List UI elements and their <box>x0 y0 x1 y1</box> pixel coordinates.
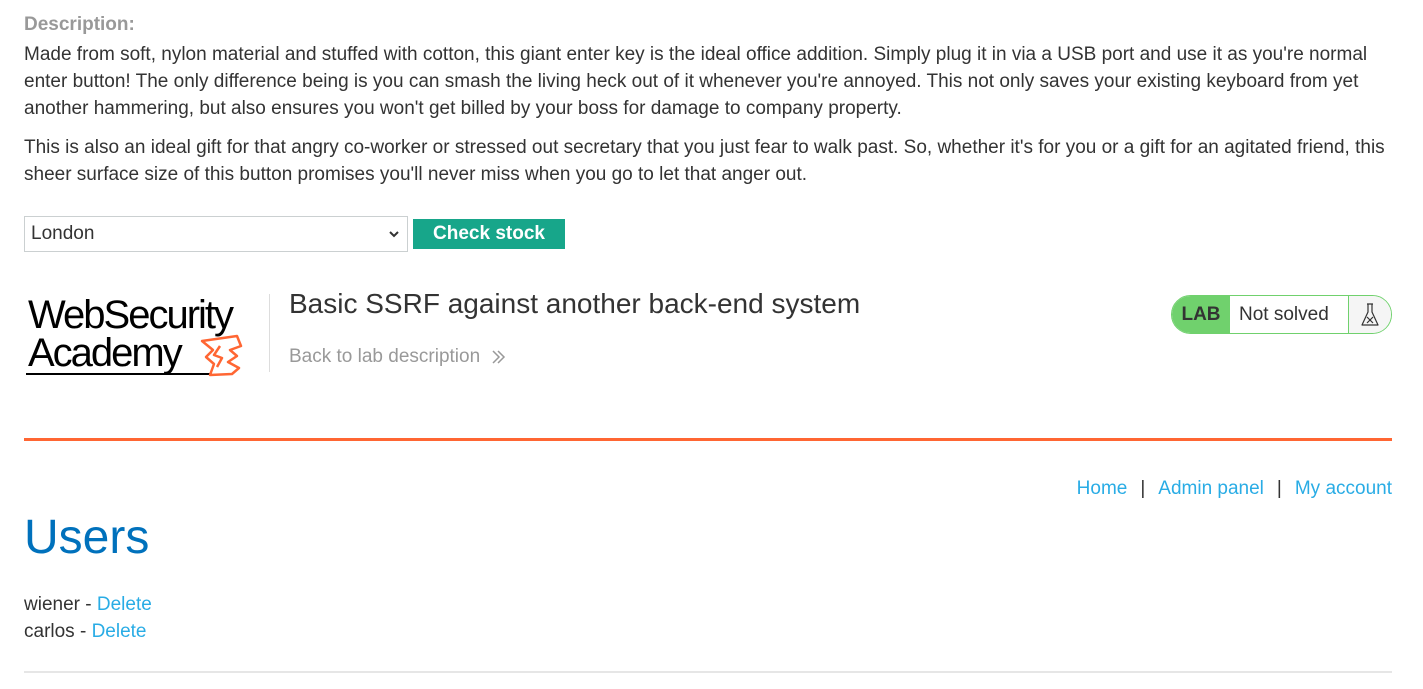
web-security-academy-logo[interactable]: WebSecurity Academy <box>24 292 269 382</box>
store-select[interactable]: London <box>24 216 408 252</box>
users-heading: Users <box>24 511 150 564</box>
svg-text:Academy: Academy <box>28 331 183 375</box>
user-row: carlos - Delete <box>24 618 152 645</box>
description-label: Description: <box>24 14 135 35</box>
nav-separator: | <box>1140 478 1146 499</box>
double-chevron-right-icon <box>492 350 506 364</box>
back-link-label: Back to lab description <box>289 346 481 367</box>
user-list: wiener - Delete carlos - Delete <box>24 591 152 645</box>
check-stock-button[interactable]: Check stock <box>413 219 565 249</box>
lab-flask-button[interactable] <box>1349 296 1391 333</box>
header-divider <box>24 438 1392 441</box>
back-to-lab-description-link[interactable]: Back to lab description <box>289 346 506 368</box>
store-select-value: London <box>31 223 95 244</box>
user-row: wiener - Delete <box>24 591 152 618</box>
lab-status-widget: LAB Not solved <box>1171 295 1392 334</box>
description-paragraph: Made from soft, nylon material and stuff… <box>24 44 1368 119</box>
page: Description: Made from soft, nylon mater… <box>0 0 1423 689</box>
nav-my-account-link[interactable]: My account <box>1295 478 1392 500</box>
chevron-down-icon <box>389 231 399 238</box>
nav-separator: | <box>1276 478 1282 499</box>
username: wiener <box>24 594 80 615</box>
description-paragraph: This is also an ideal gift for that angr… <box>24 137 1385 185</box>
top-navigation: Home | Admin panel | My account <box>1077 478 1392 500</box>
lab-title: Basic SSRF against another back-end syst… <box>289 288 861 319</box>
delete-user-link[interactable]: Delete <box>92 621 147 642</box>
user-dash: - <box>85 594 92 615</box>
delete-user-link[interactable]: Delete <box>97 594 152 615</box>
user-dash: - <box>79 621 87 642</box>
stock-check-form: London Check stock <box>24 216 565 252</box>
logo-divider <box>269 294 270 372</box>
lab-badge: LAB <box>1172 296 1230 333</box>
flask-icon <box>1361 302 1379 326</box>
nav-admin-panel-link[interactable]: Admin panel <box>1158 478 1264 500</box>
footer-divider <box>24 671 1392 673</box>
username: carlos <box>24 621 75 642</box>
lab-status-text: Not solved <box>1230 296 1349 333</box>
nav-home-link[interactable]: Home <box>1077 478 1128 500</box>
